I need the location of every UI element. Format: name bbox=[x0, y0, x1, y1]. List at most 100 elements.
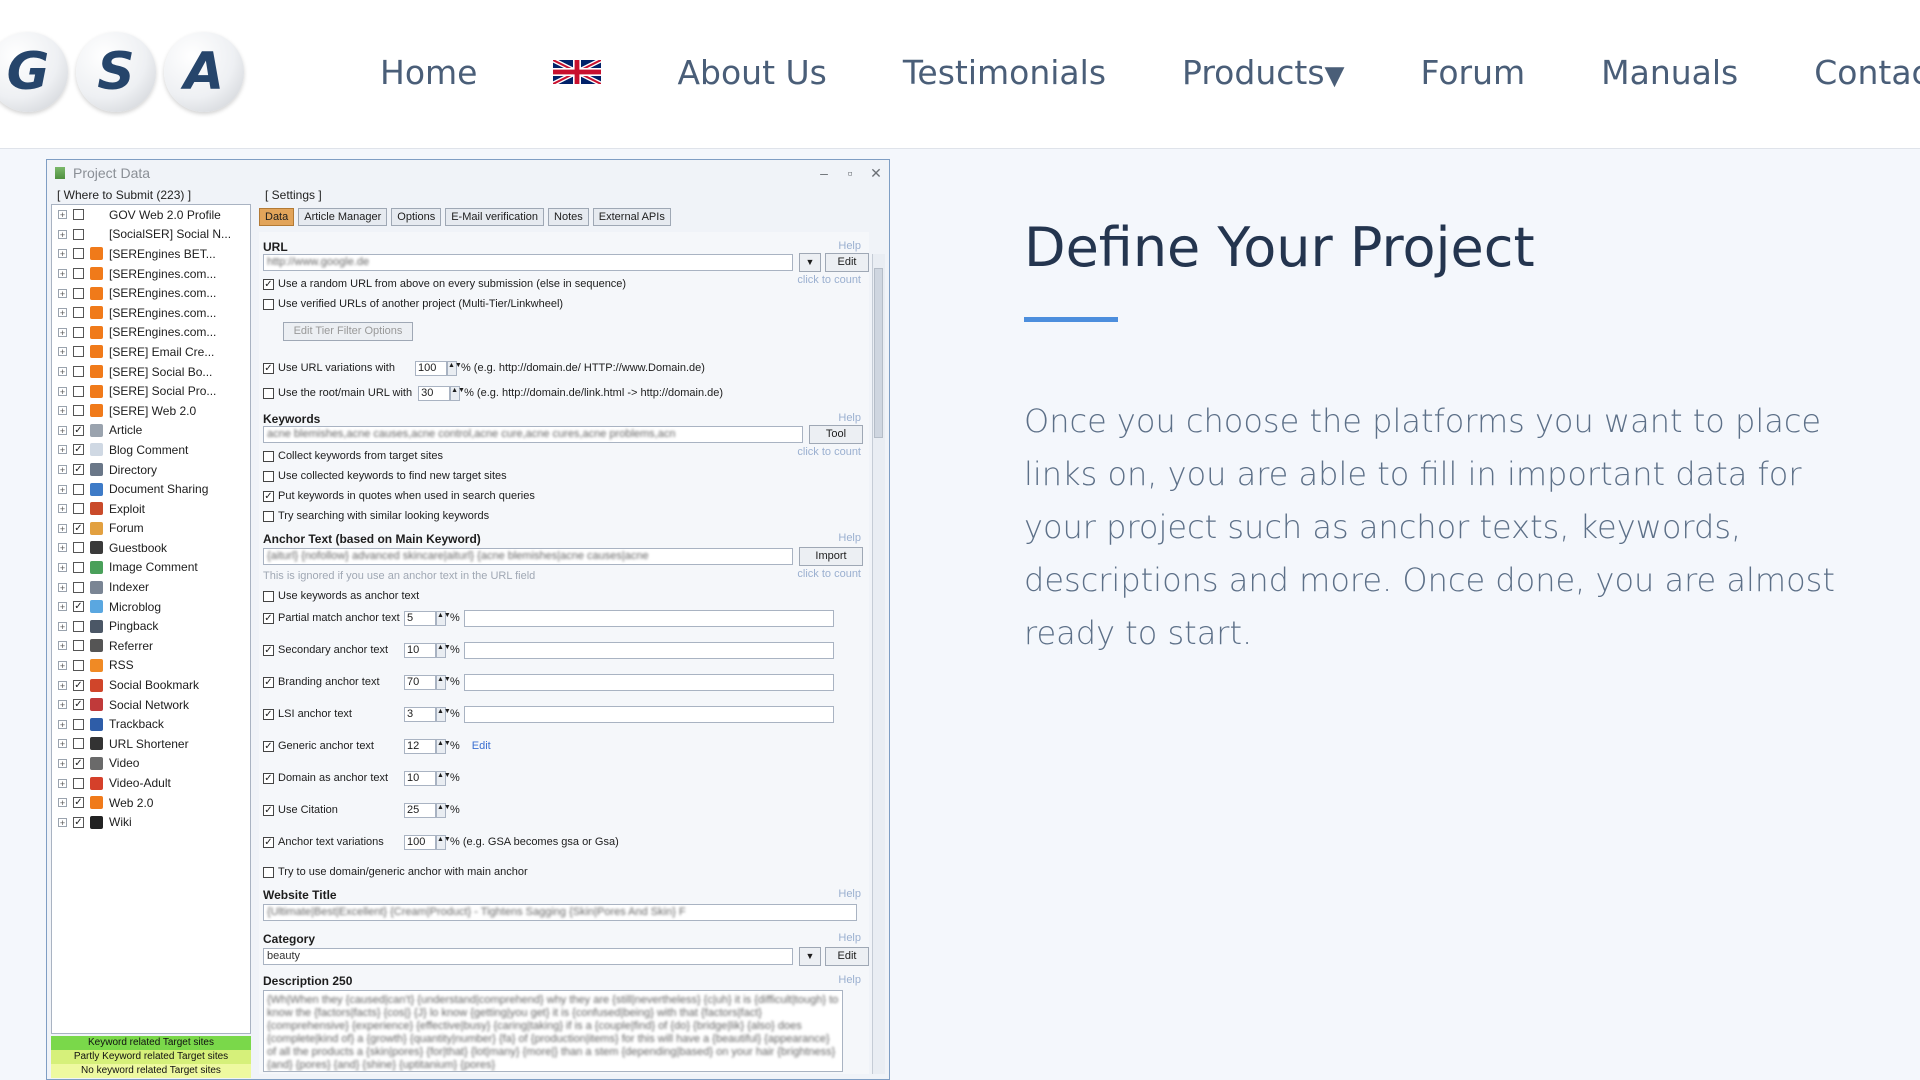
tree-item-checkbox[interactable] bbox=[73, 542, 84, 554]
expand-icon[interactable]: + bbox=[58, 778, 67, 788]
tree-item-checkbox[interactable] bbox=[73, 659, 84, 671]
tree-item-checkbox[interactable]: ✓ bbox=[73, 816, 84, 828]
expand-icon[interactable]: + bbox=[58, 680, 67, 690]
tree-item-checkbox[interactable]: ✓ bbox=[73, 699, 84, 711]
opt-random-url[interactable]: ✓ Use a random URL from above on every su… bbox=[263, 276, 626, 292]
anchor-help-link[interactable]: Help bbox=[838, 532, 861, 544]
category-help-link[interactable]: Help bbox=[838, 932, 861, 944]
expand-icon[interactable]: + bbox=[58, 817, 67, 827]
anchor-ratio-checkbox[interactable]: ✓ bbox=[263, 836, 274, 848]
tree-item-checkbox[interactable] bbox=[73, 385, 84, 397]
checkbox-checked[interactable]: ✓ bbox=[263, 362, 274, 374]
expand-icon[interactable]: + bbox=[58, 739, 67, 749]
spinner-icon[interactable]: ▲▼ bbox=[436, 706, 451, 722]
checkbox[interactable] bbox=[263, 510, 274, 522]
tree-item-checkbox[interactable] bbox=[73, 248, 84, 260]
anchor-ratio-row[interactable]: ✓ Branding anchor text 70 ▲▼% bbox=[263, 673, 834, 691]
opt-keywords-in-quotes[interactable]: ✓ Put keywords in quotes when used in sea… bbox=[263, 488, 535, 504]
expand-icon[interactable]: + bbox=[58, 425, 67, 435]
url-variations-input[interactable]: 100 bbox=[414, 360, 447, 376]
expand-icon[interactable]: + bbox=[58, 308, 67, 318]
checkbox[interactable] bbox=[263, 590, 274, 602]
url-dropdown-icon[interactable]: ▼ bbox=[799, 253, 821, 272]
tree-item-checkbox[interactable] bbox=[73, 287, 84, 299]
scroll-thumb[interactable] bbox=[874, 268, 883, 438]
anchor-ratio-input[interactable]: 5 bbox=[404, 610, 436, 626]
tree-item[interactable]: + [SERE] Social Bo... bbox=[52, 362, 250, 382]
anchor-ratio-input[interactable]: 10 bbox=[404, 642, 436, 658]
tree-item-checkbox[interactable]: ✓ bbox=[73, 424, 84, 436]
tree-item-checkbox[interactable] bbox=[73, 738, 84, 750]
opt-use-collected-keywords[interactable]: Use collected keywords to find new targe… bbox=[263, 468, 507, 484]
tree-item[interactable]: + ✓ Forum bbox=[52, 519, 250, 539]
tree-item-checkbox[interactable] bbox=[73, 483, 84, 495]
expand-icon[interactable]: + bbox=[58, 700, 67, 710]
url-input[interactable]: http://www.google.de bbox=[263, 254, 793, 271]
tree-item[interactable]: + Indexer bbox=[52, 577, 250, 597]
opt-keywords-as-anchor[interactable]: Use keywords as anchor text bbox=[263, 588, 419, 604]
checkbox-checked[interactable]: ✓ bbox=[263, 278, 274, 290]
tab-external-apis[interactable]: External APIs bbox=[592, 208, 671, 226]
minimize-icon[interactable]: – bbox=[811, 165, 837, 181]
tree-item[interactable]: + ✓ Microblog bbox=[52, 597, 250, 617]
tree-item[interactable]: + ✓ Web 2.0 bbox=[52, 793, 250, 813]
tree-item[interactable]: + Guestbook bbox=[52, 538, 250, 558]
spinner-icon[interactable]: ▲▼ bbox=[436, 610, 451, 626]
anchor-ratio-checkbox[interactable]: ✓ bbox=[263, 708, 274, 720]
expand-icon[interactable]: + bbox=[58, 445, 67, 455]
expand-icon[interactable]: + bbox=[58, 602, 67, 612]
tree-item-checkbox[interactable] bbox=[73, 777, 84, 789]
url-click-to-count-link[interactable]: click to count bbox=[797, 274, 861, 286]
anchor-ratio-checkbox[interactable]: ✓ bbox=[263, 772, 274, 784]
tab-data[interactable]: Data bbox=[259, 208, 295, 226]
tree-item-checkbox[interactable]: ✓ bbox=[73, 522, 84, 534]
tree-item-checkbox[interactable] bbox=[73, 718, 84, 730]
expand-icon[interactable]: + bbox=[58, 386, 67, 396]
tree-item[interactable]: + Referrer bbox=[52, 636, 250, 656]
spinner-icon[interactable]: ▲▼ bbox=[436, 738, 451, 754]
checkbox[interactable] bbox=[263, 450, 274, 462]
tree-item[interactable]: + Document Sharing bbox=[52, 479, 250, 499]
anchor-click-to-count-link[interactable]: click to count bbox=[797, 568, 861, 580]
tree-item-checkbox[interactable] bbox=[73, 326, 84, 338]
anchor-ratio-row[interactable]: ✓ Anchor text variations 100 ▲▼% (e.g. GSA … bbox=[263, 834, 619, 850]
anchor-ratio-text-field[interactable] bbox=[463, 705, 834, 723]
tree-item[interactable]: + Exploit bbox=[52, 499, 250, 519]
gsa-logo[interactable]: G S A bbox=[0, 32, 244, 112]
nav-contact[interactable]: Contac bbox=[1814, 53, 1920, 92]
tree-item-checkbox[interactable]: ✓ bbox=[73, 679, 84, 691]
anchor-ratio-checkbox[interactable]: ✓ bbox=[263, 612, 274, 624]
url-edit-button[interactable]: Edit bbox=[825, 253, 869, 272]
description-help-link[interactable]: Help bbox=[838, 974, 861, 986]
tree-item[interactable]: + ✓ Social Bookmark bbox=[52, 675, 250, 695]
tree-item-checkbox[interactable] bbox=[73, 307, 84, 319]
tree-item[interactable]: + Trackback bbox=[52, 714, 250, 734]
expand-icon[interactable]: + bbox=[58, 562, 67, 572]
anchor-ratio-text-field[interactable] bbox=[463, 641, 834, 659]
tree-item[interactable]: + ✓ Directory bbox=[52, 460, 250, 480]
spinner-icon[interactable]: ▲▼ bbox=[436, 802, 451, 818]
tree-item[interactable]: + Pingback bbox=[52, 616, 250, 636]
expand-icon[interactable]: + bbox=[58, 660, 67, 670]
tree-item[interactable]: + [SEREngines.com... bbox=[52, 283, 250, 303]
tree-item-checkbox[interactable] bbox=[73, 268, 84, 280]
anchor-ratio-input[interactable]: 3 bbox=[404, 706, 436, 722]
tree-item[interactable]: + [SEREngines BET... bbox=[52, 244, 250, 264]
expand-icon[interactable]: + bbox=[58, 719, 67, 729]
spinner-icon[interactable]: ▲▼ bbox=[446, 360, 462, 376]
expand-icon[interactable]: + bbox=[58, 523, 67, 533]
tree-item[interactable]: + ✓ Social Network bbox=[52, 695, 250, 715]
anchor-ratio-row[interactable]: ✓ LSI anchor text 3 ▲▼% bbox=[263, 705, 834, 723]
tree-item[interactable]: + [SEREngines.com... bbox=[52, 303, 250, 323]
tree-item-checkbox[interactable]: ✓ bbox=[73, 797, 84, 809]
edit-tier-filter-button[interactable]: Edit Tier Filter Options bbox=[283, 322, 413, 341]
tree-item-checkbox[interactable] bbox=[73, 640, 84, 652]
tree-item-checkbox[interactable]: ✓ bbox=[73, 601, 84, 613]
anchor-ratio-input[interactable]: 25 bbox=[404, 802, 436, 818]
anchor-ratio-input[interactable]: 70 bbox=[404, 674, 436, 690]
tree-item-checkbox[interactable] bbox=[73, 346, 84, 358]
tab-options[interactable]: Options bbox=[391, 208, 442, 226]
expand-icon[interactable]: + bbox=[58, 758, 67, 768]
expand-icon[interactable]: + bbox=[58, 543, 67, 553]
tab-article-manager[interactable]: Article Manager bbox=[298, 208, 388, 226]
